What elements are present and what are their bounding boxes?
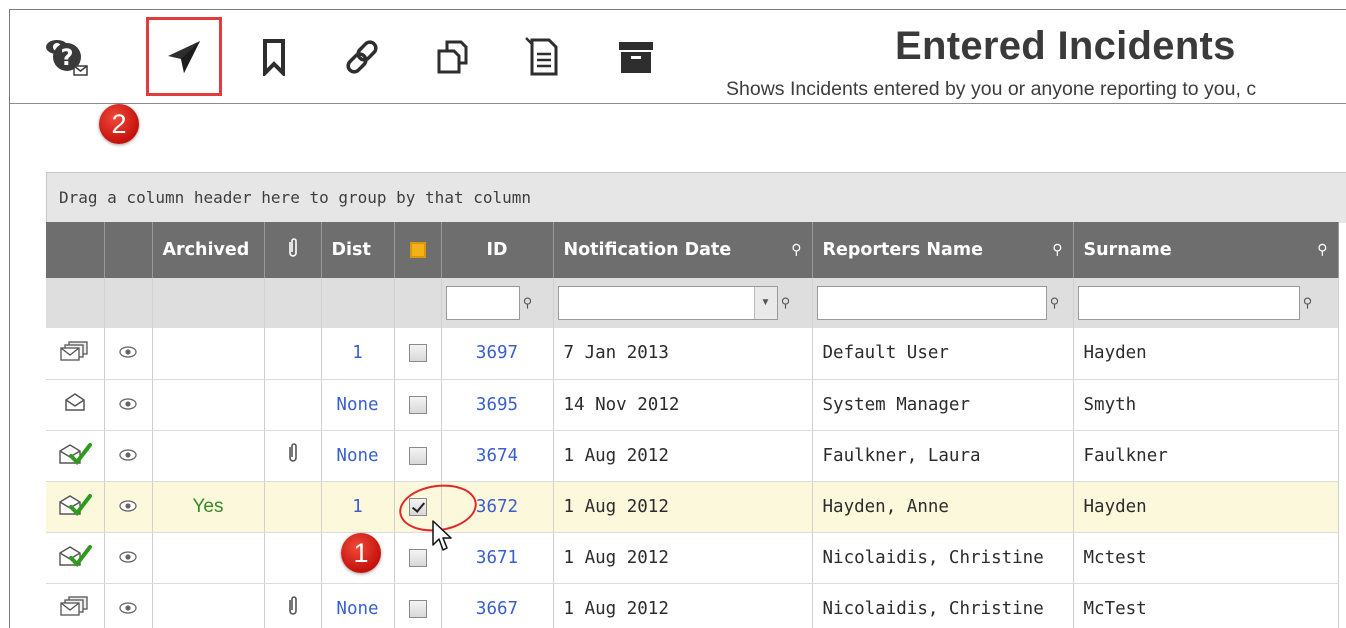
col-header-archived[interactable]: Archived xyxy=(152,222,265,278)
date-filter-input[interactable]: ▼ xyxy=(557,286,778,320)
grid-filter-row: ⚲ ▼ ⚲ ⚲ ⚲ xyxy=(46,278,1339,328)
surname: McTest xyxy=(1083,598,1147,619)
envelope-check-icon[interactable] xyxy=(58,494,92,521)
paperclip-icon[interactable] xyxy=(287,443,299,469)
grid-header-row: Archived Dist ID Notification Date ⚲ Repo… xyxy=(46,222,1339,278)
col-header-view[interactable] xyxy=(104,222,153,278)
surname: Smyth xyxy=(1083,394,1137,415)
table-row[interactable]: None 3667 1 Aug 2012 Nicolaidis, Christine M… xyxy=(46,583,1339,628)
filter-pin-icon[interactable]: ⚲ xyxy=(778,295,794,311)
svg-text:?: ? xyxy=(61,46,74,71)
surname: Hayden xyxy=(1083,496,1147,517)
surname: Mctest xyxy=(1083,547,1147,568)
notification-date: 1 Aug 2012 xyxy=(563,496,669,517)
dist-link[interactable]: None xyxy=(336,395,378,415)
dist-link[interactable]: None xyxy=(336,599,378,619)
row-checkbox[interactable] xyxy=(408,395,427,414)
col-header-select-all[interactable] xyxy=(394,222,442,278)
step-badge-1: 1 xyxy=(341,533,381,573)
incident-id-link[interactable]: 3672 xyxy=(476,497,518,517)
app-window: ? Entered Incidents Shows Incidents ente… xyxy=(9,9,1346,628)
notification-date: 7 Jan 2013 xyxy=(563,343,669,364)
eye-icon[interactable] xyxy=(119,548,137,568)
table-row[interactable]: N36711 Aug 2012Nicolaidis, ChristineMcte… xyxy=(46,532,1339,584)
col-header-reporters-name[interactable]: Reporters Name ⚲ xyxy=(812,222,1074,278)
help-email-icon[interactable]: ? xyxy=(43,32,89,82)
incident-id-link[interactable]: 3671 xyxy=(476,548,518,568)
filter-pin-icon[interactable]: ⚲ xyxy=(1300,295,1316,311)
row-checkbox[interactable] xyxy=(408,599,427,618)
incident-id-link[interactable]: 3697 xyxy=(476,343,518,363)
group-by-panel[interactable]: Drag a column header here to group by th… xyxy=(46,172,1346,223)
filter-pin-icon[interactable]: ⚲ xyxy=(1052,242,1062,258)
incident-id-link[interactable]: 3695 xyxy=(476,395,518,415)
select-all-checkbox[interactable] xyxy=(409,242,426,258)
dist-link[interactable]: 1 xyxy=(352,343,363,363)
reporter-filter-input[interactable] xyxy=(816,286,1047,320)
copy-icon[interactable] xyxy=(430,32,476,82)
incident-id-link[interactable]: 3674 xyxy=(476,446,518,466)
table-row[interactable]: Yes 1 3672 1 Aug 2012 Hayden, Anne Hayden xyxy=(46,481,1339,533)
filter-pin-icon[interactable]: ⚲ xyxy=(791,242,801,258)
id-filter-input[interactable] xyxy=(445,286,520,320)
eye-icon[interactable] xyxy=(119,446,137,466)
page-subtitle: Shows Incidents entered by you or anyone… xyxy=(726,78,1257,100)
incidents-grid: Archived Dist ID Notification Date ⚲ Repo… xyxy=(46,222,1339,628)
col-header-id[interactable]: ID xyxy=(441,222,554,278)
col-header-status[interactable] xyxy=(46,222,105,278)
step-badge-2: 2 xyxy=(99,104,139,144)
envelope-icon[interactable] xyxy=(64,393,86,417)
paperclip-icon[interactable] xyxy=(287,596,299,622)
table-row[interactable]: None 3674 1 Aug 2012 Faulkner, Laura Faulkne… xyxy=(46,430,1339,482)
bookmark-icon[interactable] xyxy=(251,32,297,82)
link-icon[interactable] xyxy=(340,32,386,82)
reporter-name: Nicolaidis, Christine xyxy=(822,598,1044,619)
stacked-envelopes-icon[interactable] xyxy=(60,596,90,622)
envelope-check-icon[interactable] xyxy=(58,443,92,470)
reporter-name: Default User xyxy=(822,343,949,364)
reporter-name: Faulkner, Laura xyxy=(822,445,981,466)
toolbar-divider xyxy=(10,103,1346,104)
eye-icon[interactable] xyxy=(119,395,137,415)
filter-pin-icon[interactable]: ⚲ xyxy=(1317,242,1327,258)
eye-icon[interactable] xyxy=(119,343,137,363)
dropdown-arrow-icon[interactable]: ▼ xyxy=(753,287,777,319)
dist-link[interactable]: None xyxy=(336,446,378,466)
notification-date: 14 Nov 2012 xyxy=(563,394,680,415)
row-checkbox[interactable] xyxy=(408,548,427,567)
col-header-dist[interactable]: Dist xyxy=(321,222,395,278)
row-checkbox[interactable] xyxy=(408,344,427,363)
reporter-name: Nicolaidis, Christine xyxy=(822,547,1044,568)
envelope-check-icon[interactable] xyxy=(58,545,92,572)
surname: Faulkner xyxy=(1083,445,1168,466)
send-button-highlight xyxy=(146,17,222,96)
table-row[interactable]: None 3695 14 Nov 2012 System Manager Smyth xyxy=(46,379,1339,431)
filter-pin-icon[interactable]: ⚲ xyxy=(1047,295,1063,311)
paperclip-icon xyxy=(287,237,299,263)
surname-filter-input[interactable] xyxy=(1077,286,1300,320)
col-header-notification-date[interactable]: Notification Date ⚲ xyxy=(553,222,813,278)
notification-date: 1 Aug 2012 xyxy=(563,445,669,466)
reporter-name: System Manager xyxy=(822,394,971,415)
stacked-envelopes-icon[interactable] xyxy=(60,341,90,367)
row-checkbox[interactable] xyxy=(408,497,427,516)
filter-pin-icon[interactable]: ⚲ xyxy=(520,295,536,311)
archive-icon[interactable] xyxy=(613,32,659,82)
table-row[interactable]: 1 3697 7 Jan 2013 Default User Hayden xyxy=(46,328,1339,380)
incident-id-link[interactable]: 3667 xyxy=(476,599,518,619)
page-title: Entered Incidents xyxy=(895,24,1236,68)
col-header-surname[interactable]: Surname ⚲ xyxy=(1073,222,1339,278)
surname: Hayden xyxy=(1083,343,1147,364)
notification-date: 1 Aug 2012 xyxy=(563,598,669,619)
reporter-name: Hayden, Anne xyxy=(822,496,949,517)
archived-value: Yes xyxy=(192,495,224,517)
eye-icon[interactable] xyxy=(119,599,137,619)
col-header-attachment[interactable] xyxy=(264,222,322,278)
eye-icon[interactable] xyxy=(119,497,137,517)
row-checkbox[interactable] xyxy=(408,446,427,465)
notification-date: 1 Aug 2012 xyxy=(563,547,669,568)
document-icon[interactable] xyxy=(520,32,566,82)
dist-link[interactable]: 1 xyxy=(352,497,363,517)
